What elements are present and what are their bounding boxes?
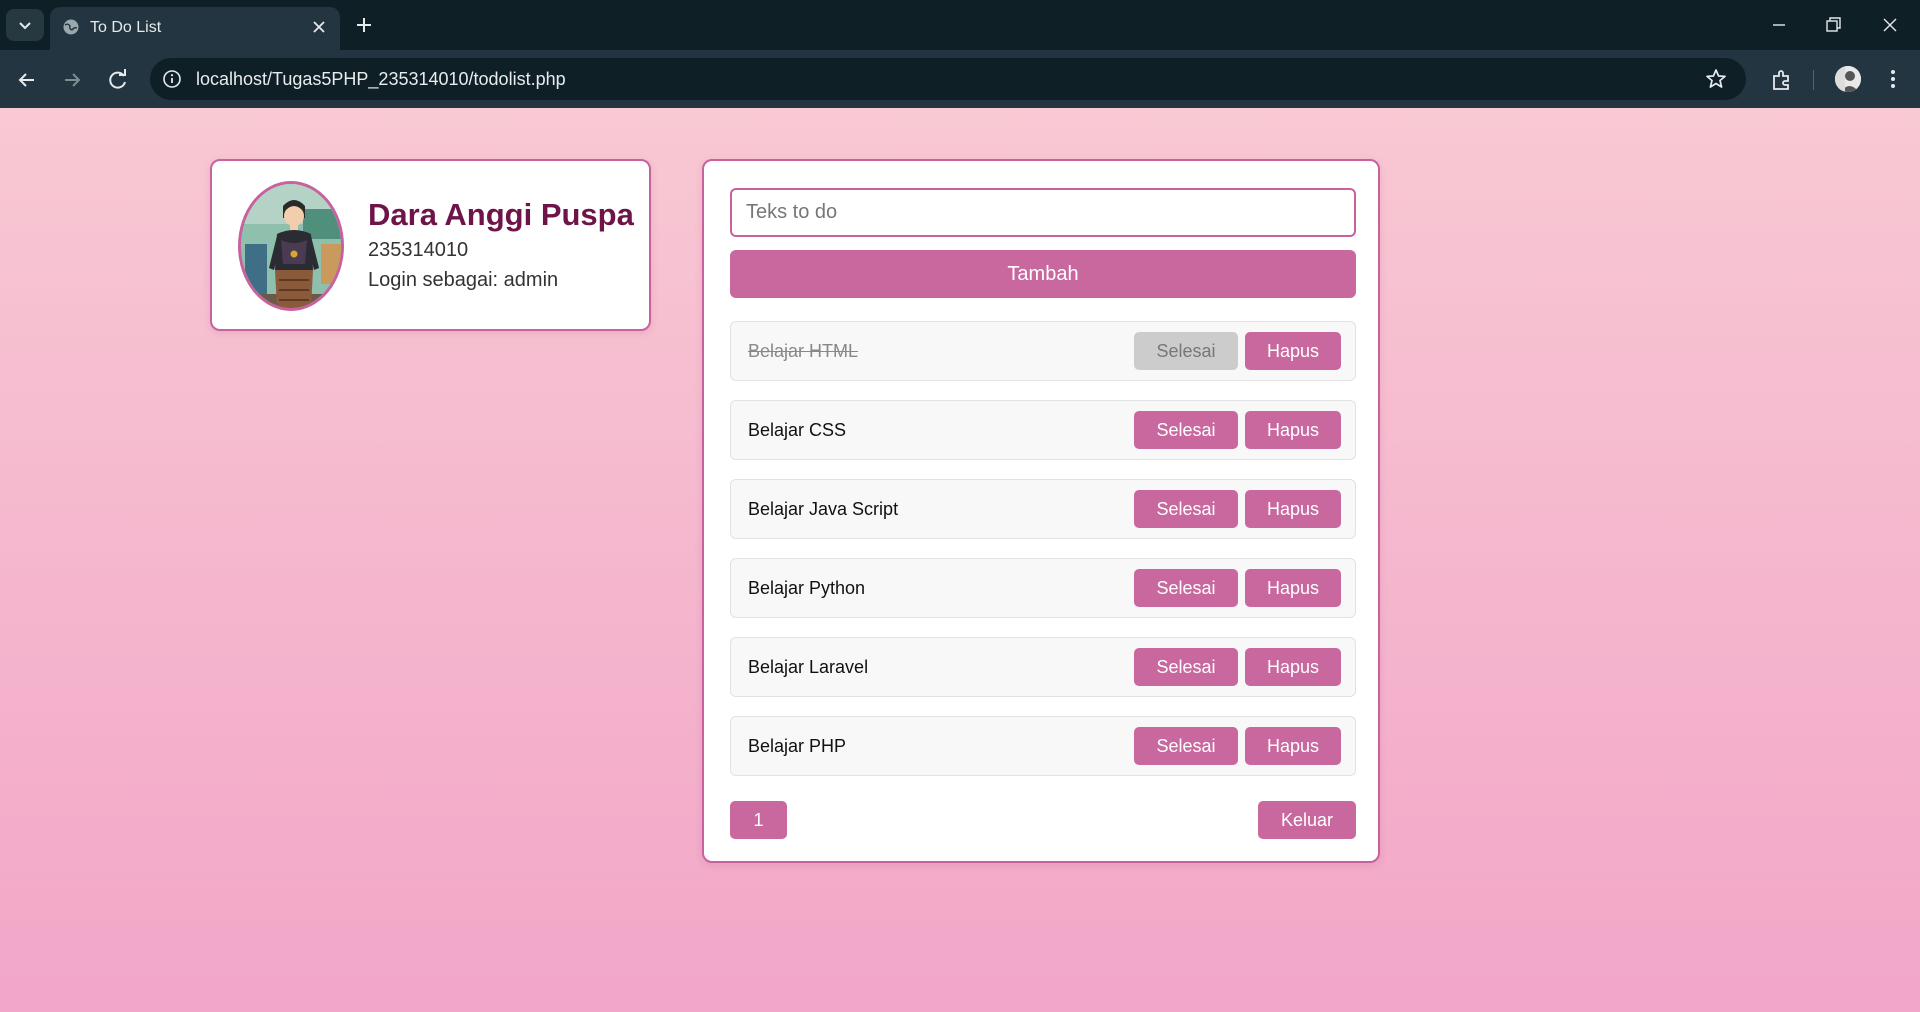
todo-item-text: Belajar Laravel: [748, 657, 869, 677]
complete-button[interactable]: Selesai: [1134, 411, 1238, 449]
browser-tab[interactable]: To Do List: [50, 7, 340, 50]
todo-item: Belajar Laravel Selesai Hapus: [730, 637, 1356, 697]
forward-arrow-icon[interactable]: [59, 67, 85, 93]
back-arrow-icon[interactable]: [14, 67, 40, 93]
globe-icon: [63, 19, 79, 35]
delete-button[interactable]: Hapus: [1245, 569, 1341, 607]
profile-name: Dara Anggi Puspa: [368, 197, 634, 232]
url-text[interactable]: localhost/Tugas5PHP_235314010/todolist.p…: [196, 69, 566, 90]
todo-item: Belajar Python Selesai Hapus: [730, 558, 1356, 618]
profile-avatar-icon[interactable]: [1835, 66, 1861, 92]
todo-item: Belajar PHP Selesai Hapus: [730, 716, 1356, 776]
profile-card: Dara Anggi Puspa 235314010 Login sebagai…: [210, 159, 651, 331]
address-bar[interactable]: localhost/Tugas5PHP_235314010/todolist.p…: [150, 58, 1746, 100]
complete-button[interactable]: Selesai: [1134, 727, 1238, 765]
todo-item-text: Belajar CSS: [748, 420, 847, 440]
todo-list: Belajar HTML Selesai Hapus Belajar CSS S…: [730, 321, 1356, 795]
complete-button[interactable]: Selesai: [1134, 648, 1238, 686]
complete-button[interactable]: Selesai: [1134, 332, 1238, 370]
delete-button[interactable]: Hapus: [1245, 332, 1341, 370]
browser-toolbar: localhost/Tugas5PHP_235314010/todolist.p…: [0, 50, 1920, 108]
close-icon[interactable]: [310, 18, 328, 36]
toolbar-divider: [1813, 70, 1814, 90]
page-content: Dara Anggi Puspa 235314010 Login sebagai…: [0, 108, 1920, 1012]
todo-item-text: Belajar HTML: [748, 341, 859, 361]
todo-item-text: Belajar Java Script: [748, 499, 899, 519]
complete-button[interactable]: Selesai: [1134, 490, 1238, 528]
todo-item-text: Belajar Python: [748, 578, 866, 598]
todo-item: Belajar CSS Selesai Hapus: [730, 400, 1356, 460]
delete-button[interactable]: Hapus: [1245, 490, 1341, 528]
restore-icon[interactable]: [1821, 14, 1845, 36]
more-vertical-icon[interactable]: [1881, 66, 1905, 92]
star-icon[interactable]: [1704, 67, 1728, 91]
todo-item: Belajar Java Script Selesai Hapus: [730, 479, 1356, 539]
profile-role: Login sebagai: admin: [368, 269, 559, 291]
plus-icon[interactable]: [352, 13, 376, 37]
delete-button[interactable]: Hapus: [1245, 411, 1341, 449]
pagination-page-button[interactable]: 1: [730, 801, 787, 839]
delete-button[interactable]: Hapus: [1245, 648, 1341, 686]
todo-item-text: Belajar PHP: [748, 736, 847, 756]
profile-photo: [238, 181, 344, 311]
todo-text-input[interactable]: [730, 188, 1356, 237]
todo-item: Belajar HTML Selesai Hapus: [730, 321, 1356, 381]
logout-button[interactable]: Keluar: [1258, 801, 1356, 839]
minimize-icon[interactable]: [1767, 14, 1791, 36]
chevron-down-icon: [19, 22, 31, 30]
add-button[interactable]: Tambah: [730, 250, 1356, 298]
puzzle-icon[interactable]: [1769, 67, 1795, 93]
complete-button[interactable]: Selesai: [1134, 569, 1238, 607]
browser-tabbar: To Do List: [0, 0, 1920, 50]
todo-card: Tambah Belajar HTML Selesai Hapus Belaja…: [702, 159, 1380, 863]
tab-title: To Do List: [90, 19, 162, 36]
profile-id: 235314010: [368, 239, 469, 261]
reload-icon[interactable]: [105, 67, 131, 93]
window-close-icon[interactable]: [1878, 14, 1902, 36]
info-icon[interactable]: [162, 69, 182, 89]
tab-list-button[interactable]: [6, 9, 44, 41]
delete-button[interactable]: Hapus: [1245, 727, 1341, 765]
